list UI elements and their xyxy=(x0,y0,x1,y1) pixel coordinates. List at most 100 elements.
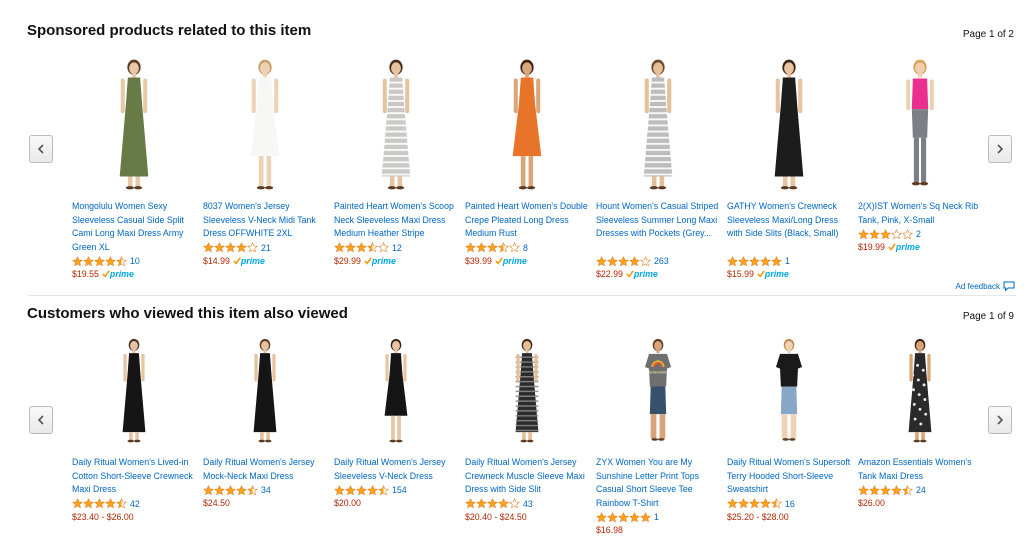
product-title-link[interactable]: ZYX Women You are My Sunshine Letter Pri… xyxy=(596,456,720,510)
product-image[interactable] xyxy=(334,56,458,199)
star-rating[interactable]: 1 xyxy=(596,511,659,523)
star-icon xyxy=(367,484,378,495)
review-count-link[interactable]: 21 xyxy=(261,243,271,253)
product-title-link[interactable]: 2(X)IST Women's Sq Neck Rib Tank, Pink, … xyxy=(858,200,982,227)
review-count-link[interactable]: 8 xyxy=(523,243,528,253)
star-rating[interactable]: 154 xyxy=(334,484,407,496)
prime-badge: prime xyxy=(888,242,920,252)
product-image[interactable] xyxy=(858,56,982,199)
review-count-link[interactable]: 2 xyxy=(916,229,921,239)
product-image[interactable] xyxy=(72,336,196,450)
ad-feedback-label: Ad feedback xyxy=(955,281,1000,291)
carousel-next-button[interactable] xyxy=(988,135,1012,163)
tank-top-photo xyxy=(906,59,934,186)
star-rating[interactable]: 263 xyxy=(596,255,669,267)
page-indicator: Page 1 of 2 xyxy=(962,29,1014,40)
star-icon xyxy=(334,484,345,495)
star-rating[interactable]: 1 xyxy=(727,255,790,267)
dress-photo xyxy=(119,59,149,190)
prime-check-icon xyxy=(757,270,765,278)
speech-bubble-icon xyxy=(1003,281,1015,291)
star-rating[interactable]: 24 xyxy=(858,484,926,496)
prime-label: prime xyxy=(764,269,789,279)
price: $39.99 xyxy=(465,255,492,266)
price-row: $14.99 prime xyxy=(203,255,265,267)
product-image[interactable] xyxy=(858,336,982,450)
star-icon xyxy=(378,242,389,253)
star-icon xyxy=(203,484,214,495)
star-icon xyxy=(236,484,247,495)
product-image[interactable] xyxy=(72,56,196,199)
ad-feedback-link[interactable]: Ad feedback xyxy=(956,281,1015,291)
prime-label: prime xyxy=(240,255,265,266)
product-image[interactable] xyxy=(334,336,458,450)
product-image[interactable] xyxy=(727,336,851,450)
carousel-next-button[interactable] xyxy=(988,406,1012,434)
product-image[interactable] xyxy=(203,56,327,199)
star-icon xyxy=(760,255,771,266)
carousel-prev-button[interactable] xyxy=(29,406,53,434)
prime-check-icon xyxy=(233,256,241,265)
review-count-link[interactable]: 1 xyxy=(654,512,659,522)
star-icon xyxy=(640,255,651,266)
star-icon xyxy=(498,242,509,253)
product-image[interactable] xyxy=(596,56,720,199)
product-title-link[interactable]: Daily Ritual Women's Jersey Sleeveless V… xyxy=(334,456,458,483)
price-row: $29.99 prime xyxy=(334,255,396,267)
dress-photo xyxy=(908,338,932,443)
product-image[interactable] xyxy=(203,336,327,450)
product-title-link[interactable]: Painted Heart Women's Scoop Neck Sleevel… xyxy=(334,200,458,241)
review-count-link[interactable]: 42 xyxy=(130,499,140,509)
product-title-link[interactable]: Daily Ritual Women's Supersoft Terry Hoo… xyxy=(727,456,851,497)
star-icon xyxy=(247,484,258,495)
product-title-link[interactable]: Amazon Essentials Women's Tank Maxi Dres… xyxy=(858,456,982,483)
product-title-link[interactable]: Daily Ritual Women's Jersey Mock-Neck Ma… xyxy=(203,456,327,483)
page-indicator: Page 1 of 9 xyxy=(962,311,1014,322)
star-rating[interactable]: 34 xyxy=(203,484,271,496)
star-icon xyxy=(476,498,487,509)
star-rating[interactable]: 8 xyxy=(465,242,528,254)
price-row: $15.99 prime xyxy=(727,268,789,280)
price-row: $22.99 prime xyxy=(596,268,658,280)
carousel-prev-button[interactable] xyxy=(29,135,53,163)
product-image[interactable] xyxy=(727,56,851,199)
product-title-link[interactable]: Daily Ritual Women's Lived-in Cotton Sho… xyxy=(72,456,196,497)
product-image[interactable] xyxy=(465,56,589,199)
star-icon xyxy=(891,484,902,495)
review-count-link[interactable]: 16 xyxy=(785,499,795,509)
review-count-link[interactable]: 24 xyxy=(916,485,926,495)
star-rating[interactable]: 2 xyxy=(858,228,921,240)
star-rating[interactable]: 12 xyxy=(334,242,402,254)
svg-text:SUNSHINE: SUNSHINE xyxy=(649,370,667,374)
star-rating[interactable]: 21 xyxy=(203,242,271,254)
chevron-left-icon xyxy=(37,415,44,425)
product-title-link[interactable]: GATHY Women's Crewneck Sleeveless Maxi/L… xyxy=(727,200,851,241)
section-title: Sponsored products related to this item xyxy=(27,22,312,39)
star-icon xyxy=(334,242,345,253)
star-icon xyxy=(880,228,891,239)
product-title-link[interactable]: Painted Heart Women's Double Crepe Pleat… xyxy=(465,200,589,241)
price-row: $26.00 xyxy=(858,497,885,509)
product-title-link[interactable]: Hount Women's Casual Striped Sleeveless … xyxy=(596,200,720,241)
dress-photo xyxy=(512,59,542,190)
price-row: $23.40 - $26.00 xyxy=(72,511,134,523)
dress-photo xyxy=(384,338,408,443)
review-count-link[interactable]: 43 xyxy=(523,499,533,509)
star-rating[interactable]: 16 xyxy=(727,498,795,510)
star-icon xyxy=(498,498,509,509)
product-title-link[interactable]: 8037 Women's Jersey Sleeveless V-Neck Mi… xyxy=(203,200,327,241)
product-image[interactable]: SUNSHINE xyxy=(596,336,720,450)
star-rating[interactable]: 43 xyxy=(465,498,533,510)
star-icon xyxy=(72,498,83,509)
review-count-link[interactable]: 263 xyxy=(654,256,669,266)
product-image[interactable] xyxy=(465,336,589,450)
review-count-link[interactable]: 1 xyxy=(785,256,790,266)
star-rating[interactable]: 10 xyxy=(72,255,140,267)
review-count-link[interactable]: 12 xyxy=(392,243,402,253)
star-rating[interactable]: 42 xyxy=(72,498,140,510)
review-count-link[interactable]: 154 xyxy=(392,485,407,495)
product-title-link[interactable]: Mongolulu Women Sexy Sleeveless Casual S… xyxy=(72,200,196,254)
product-title-link[interactable]: Daily Ritual Women's Jersey Crewneck Mus… xyxy=(465,456,589,497)
review-count-link[interactable]: 10 xyxy=(130,256,140,266)
review-count-link[interactable]: 34 xyxy=(261,485,271,495)
